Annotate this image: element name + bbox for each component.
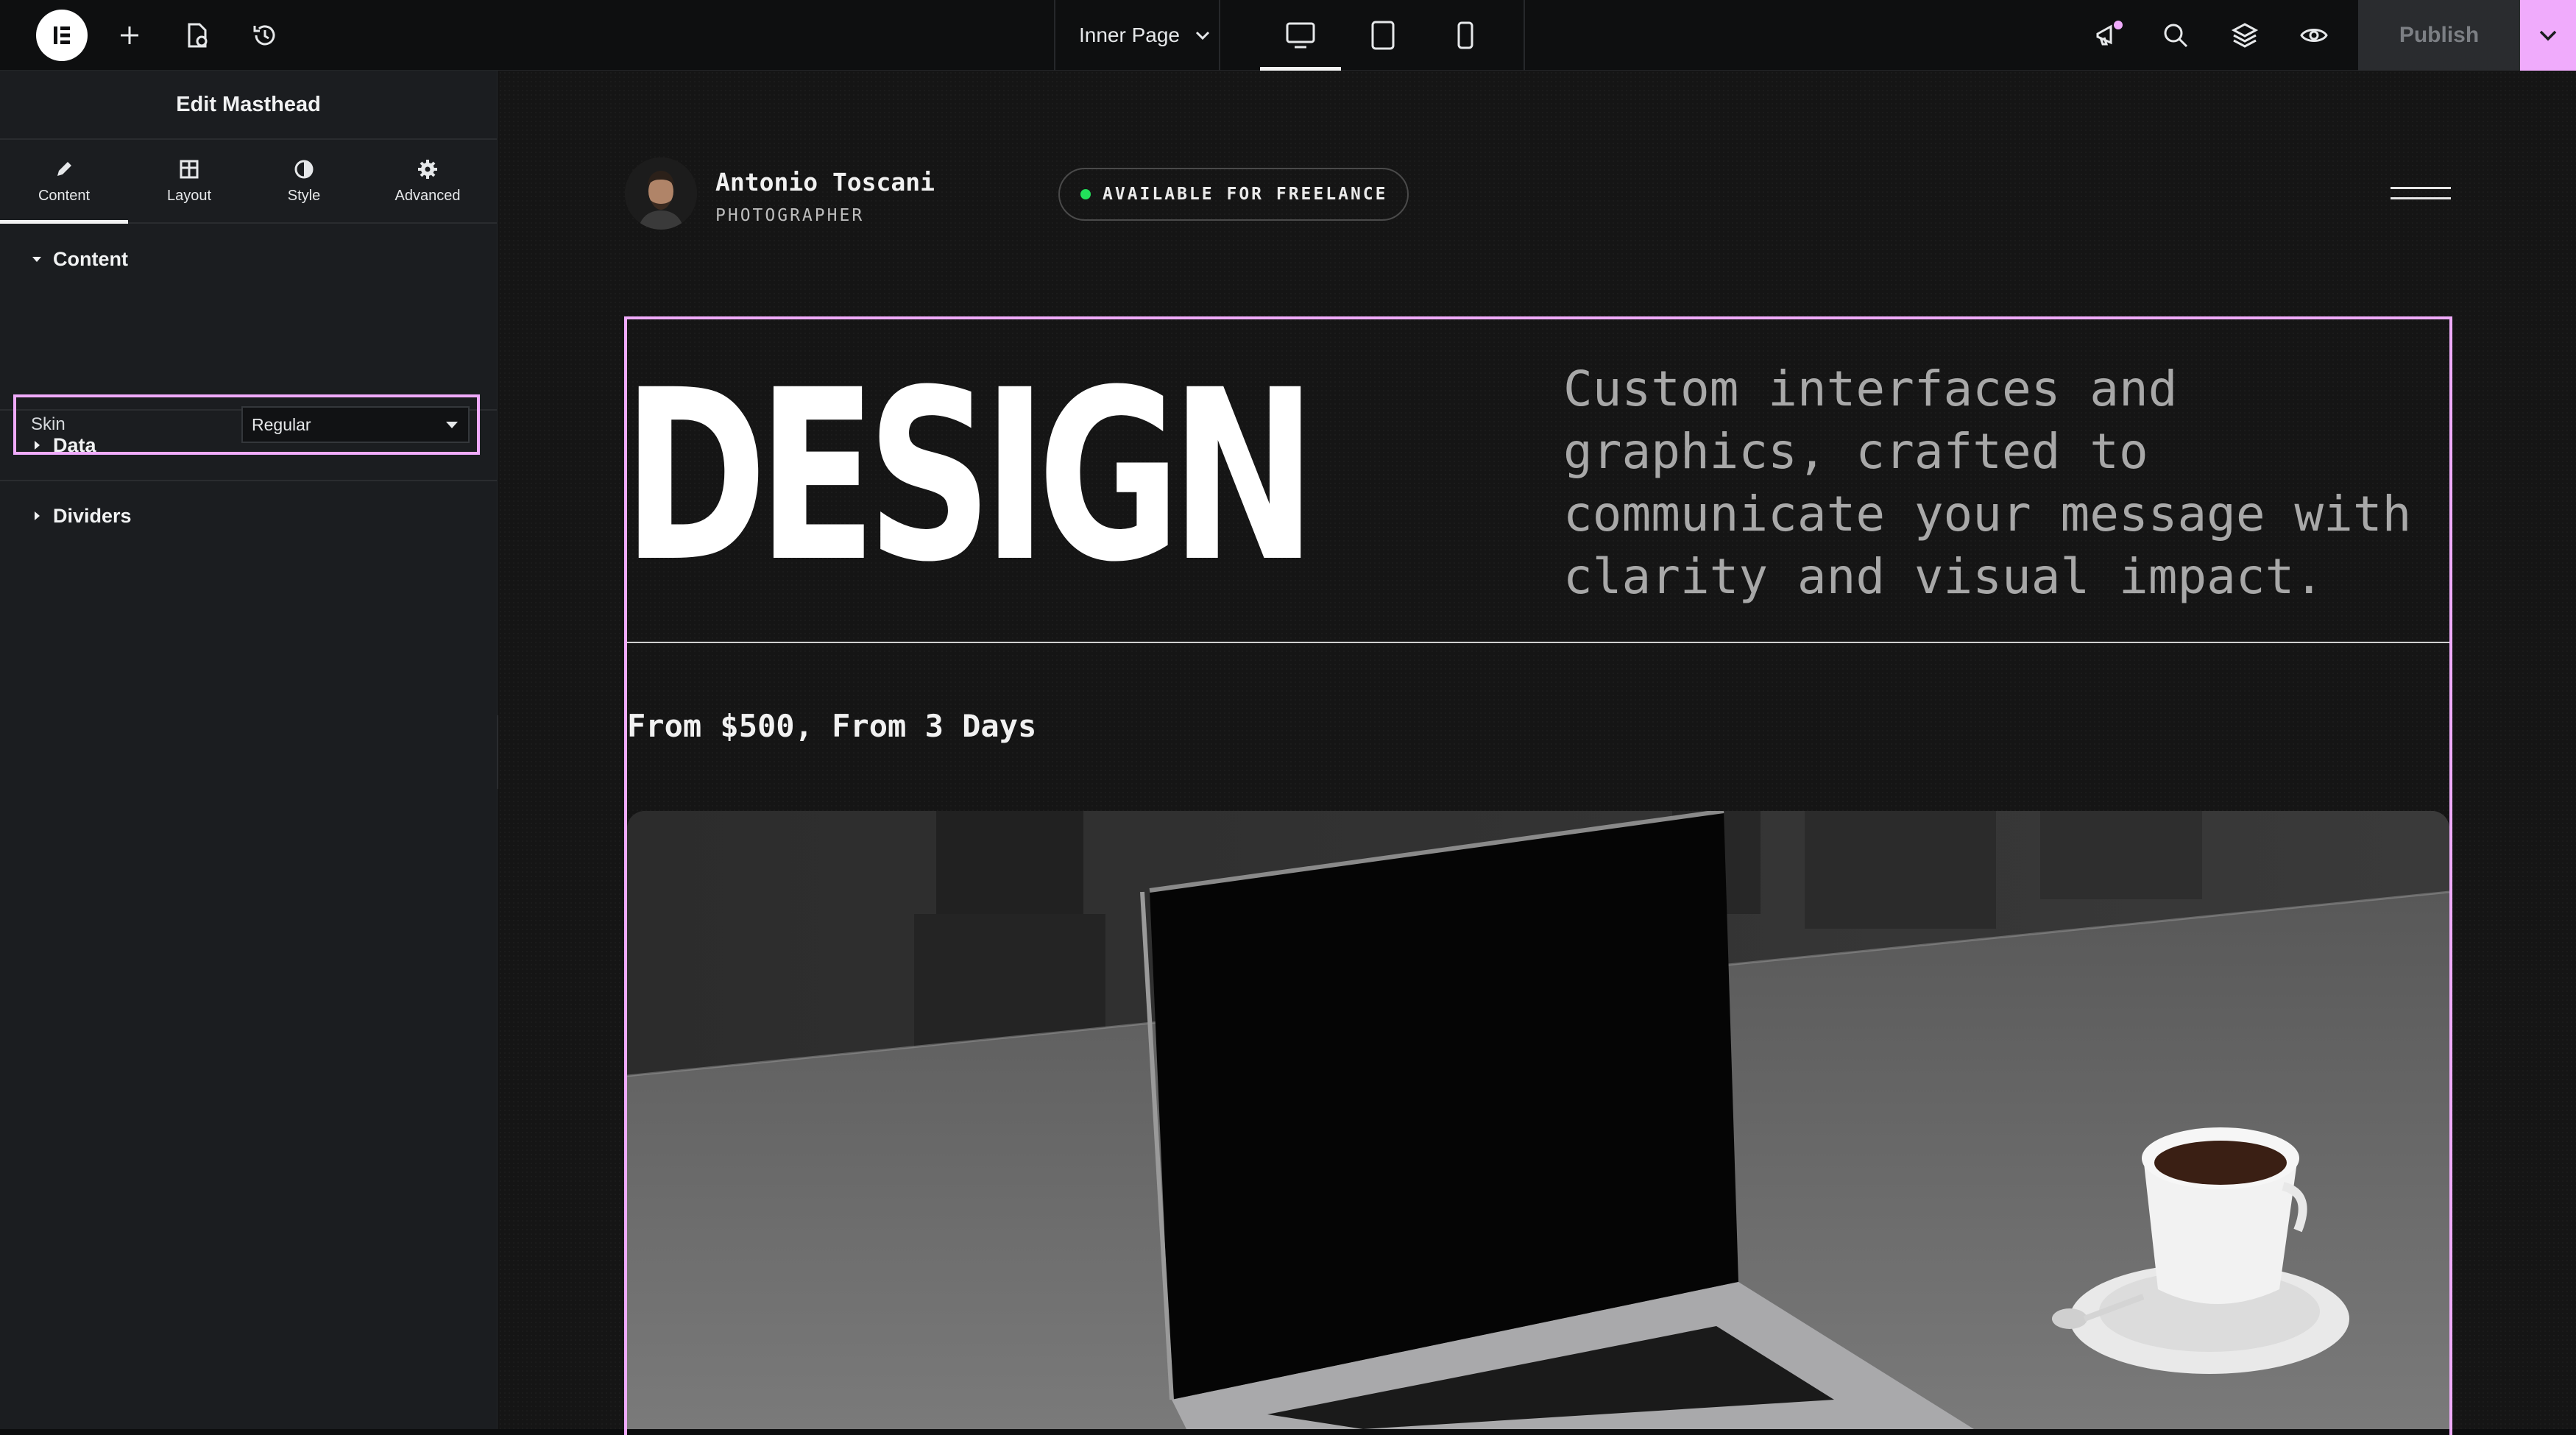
device-desktop-button[interactable] [1260,0,1341,71]
masthead-divider [627,642,2449,643]
page-name: Inner Page [1079,24,1180,46]
tablet-icon [1371,21,1395,50]
portrait-image [625,157,697,230]
pricing-text: From $500, From 3 Days [627,708,1037,744]
gear-icon [418,159,437,179]
search-button[interactable] [2140,0,2211,71]
hamburger-menu-icon[interactable] [2391,184,2451,205]
publish-options-button[interactable] [2520,0,2576,71]
layers-icon [2231,23,2259,48]
preview-button[interactable] [2279,0,2349,71]
publish-button[interactable]: Publish [2358,0,2520,71]
laptop-coffee-photo [627,811,2449,1429]
site-owner-role: PHOTOGRAPHER [715,206,865,225]
history-button[interactable] [230,0,300,71]
search-icon [2164,24,2188,48]
editor-panel: Edit Masthead Content Layout Style Advan… [0,71,498,1429]
tab-style[interactable]: Style [250,140,358,222]
history-icon [253,25,275,46]
structure-layers-button[interactable] [2209,0,2280,71]
section-title: Dividers [53,504,132,527]
tab-layout[interactable]: Layout [128,140,250,222]
toolbar-divider [1524,0,1525,71]
chevron-down-icon [1195,31,1210,40]
panel-tabs: Content Layout Style Advanced [0,140,497,224]
layout-icon [180,160,199,178]
tab-label: Layout [166,187,212,204]
skin-label: Skin [31,414,66,434]
page-selector[interactable]: Inner Page [1055,0,1217,71]
availability-text: AVAILABLE FOR FREELANCE [1103,185,1388,204]
desktop-icon [1286,22,1315,49]
site-owner-name: Antonio Toscani [715,168,935,196]
caret-right-icon [35,511,40,520]
skin-control: Skin Regular [13,394,480,455]
device-mobile-button[interactable] [1425,0,1506,71]
preview-eye-icon [2300,29,2328,42]
avatar [625,157,697,230]
tab-label: Advanced [394,187,461,204]
section-dividers-toggle[interactable]: Dividers [0,480,497,550]
elementor-logo-button[interactable] [35,0,88,71]
select-caret-icon [446,422,458,428]
section-content-toggle[interactable]: Content [0,224,497,294]
chevron-down-icon [2539,30,2557,41]
tab-advanced[interactable]: Advanced [358,140,498,222]
page-settings-button[interactable] [162,0,233,71]
tab-label: Style [287,187,321,204]
skin-select[interactable]: Regular [241,406,470,443]
skin-value: Regular [252,414,311,434]
tab-content[interactable]: Content [0,140,128,224]
masthead-heading: DESIGN [623,340,1317,614]
mobile-icon [1457,21,1473,49]
announcement-icon [2096,21,2123,46]
caret-down-icon [32,257,41,262]
section-title: Content [53,247,128,270]
toolbar-divider [1219,0,1220,71]
elementor-logo-icon [36,10,88,61]
add-icon [121,26,138,44]
page-settings-icon [188,23,208,48]
masthead-description: Custom interfaces and graphics, crafted … [1563,361,2412,605]
tab-label: Content [38,187,91,204]
whats-new-button[interactable] [2073,0,2143,71]
panel-title: Edit Masthead [0,71,497,140]
status-dot-icon [1080,189,1091,199]
add-element-button[interactable] [94,0,165,71]
half-circle-icon [294,160,314,178]
hero-image [627,811,2449,1429]
pencil-icon [57,161,71,176]
device-tablet-button[interactable] [1342,0,1423,71]
editor-top-bar: Inner Page Publish [0,0,2576,71]
availability-badge[interactable]: AVAILABLE FOR FREELANCE [1058,168,1409,221]
